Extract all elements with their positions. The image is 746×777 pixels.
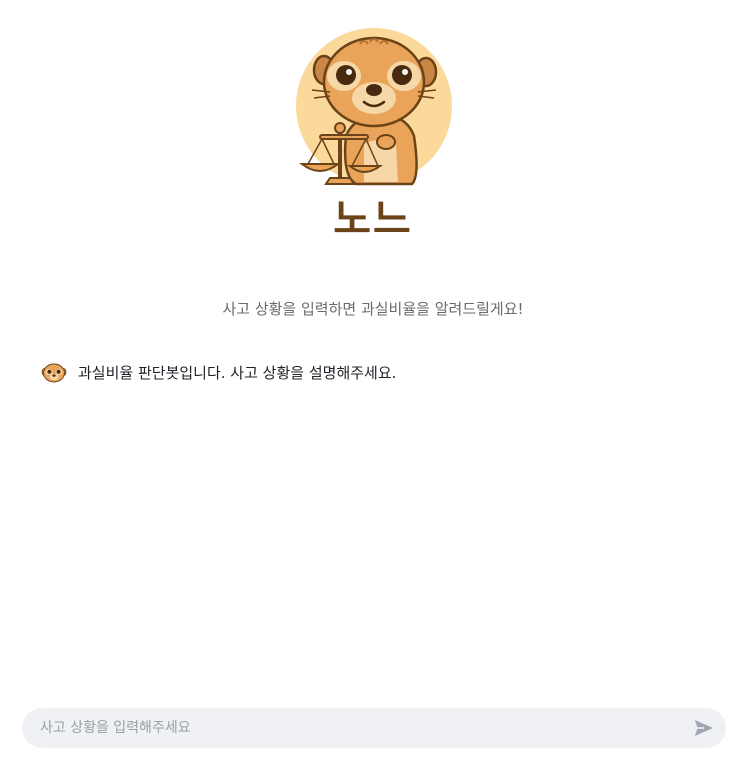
- message-input[interactable]: [40, 708, 680, 748]
- page-subtitle: 사고 상황을 입력하면 과실비율을 알려드릴게요!: [222, 300, 524, 318]
- app-title: 노느: [333, 195, 413, 243]
- bot-message-row: 과실비율 판단봇입니다. 사고 상황을 설명해주세요.: [41, 360, 396, 386]
- meerkat-avatar-icon: [41, 363, 67, 383]
- chat-page: 노느 사고 상황을 입력하면 과실비율을 알려드릴게요! 과실비율 판단봇입니다…: [0, 0, 746, 777]
- bot-message-text: 과실비율 판단봇입니다. 사고 상황을 설명해주세요.: [78, 364, 397, 382]
- message-composer: [22, 708, 726, 748]
- send-icon: [695, 720, 713, 736]
- send-button[interactable]: [692, 716, 716, 740]
- meerkat-judge-icon: [296, 28, 452, 186]
